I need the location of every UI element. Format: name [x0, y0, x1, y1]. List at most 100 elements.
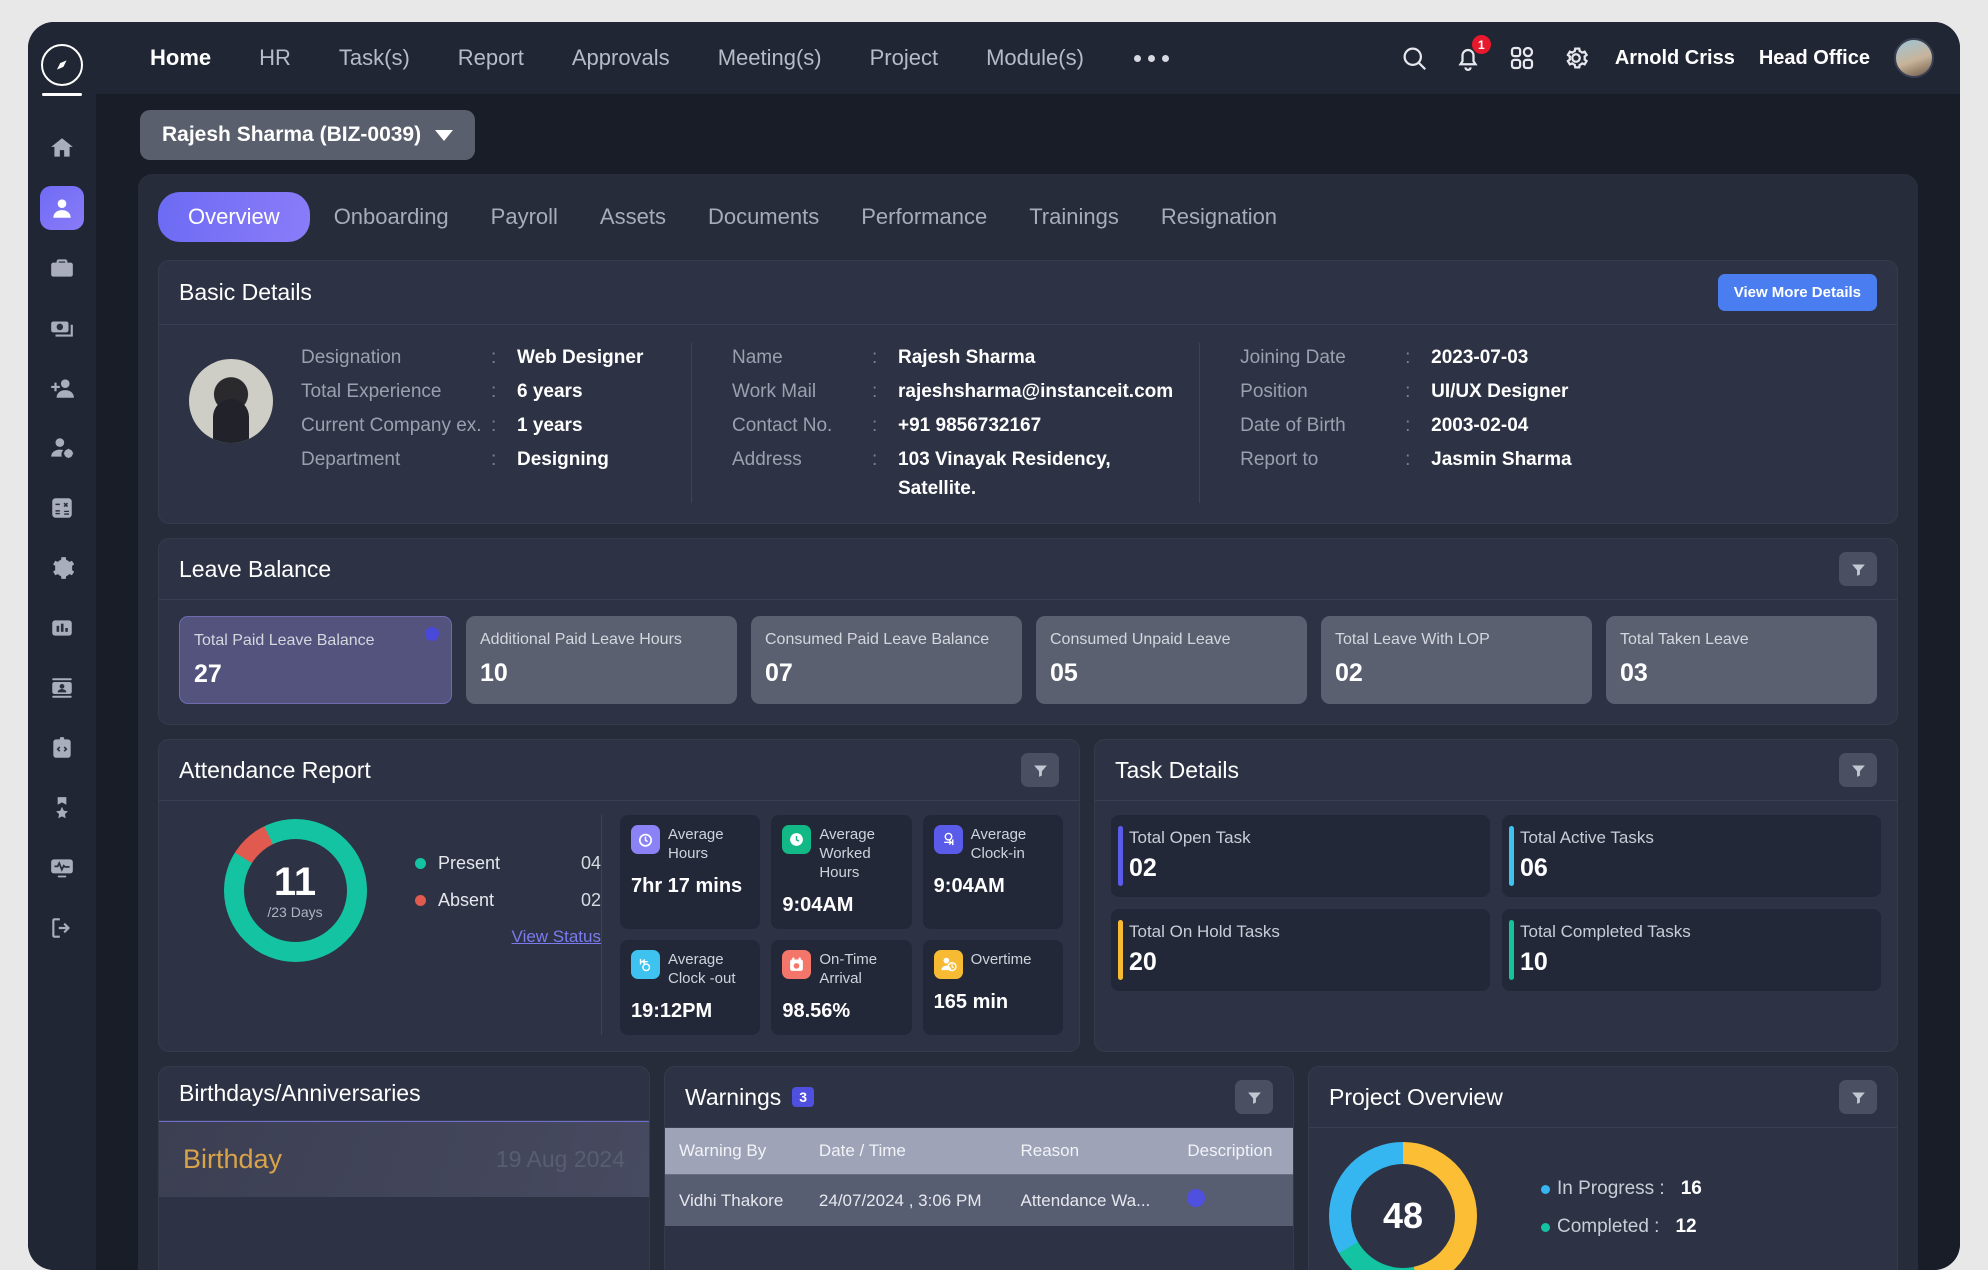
birthday-banner[interactable]: Birthday 19 Aug 2024 — [159, 1121, 649, 1197]
tab-assets[interactable]: Assets — [582, 192, 684, 242]
task-details-filter-button[interactable] — [1839, 753, 1877, 787]
task-tile[interactable]: Total Open Task 02 — [1111, 815, 1490, 897]
cell-date-time: 24/07/2024 , 3:06 PM — [805, 1175, 1007, 1227]
sidebar-item-id-card[interactable] — [40, 666, 84, 710]
leave-tile[interactable]: Total Taken Leave 03 — [1606, 616, 1877, 704]
nav-item-tasks[interactable]: Task(s) — [315, 45, 434, 71]
basic-details-title: Basic Details — [179, 279, 312, 306]
task-tile-label: Total Active Tasks — [1520, 828, 1865, 848]
sidebar-item-code-board[interactable] — [40, 726, 84, 770]
user-add-icon — [49, 375, 75, 401]
current-user-name[interactable]: Arnold Criss — [1615, 47, 1735, 70]
legend-label: Absent — [438, 890, 494, 911]
stat-tile[interactable]: On-Time Arrival 98.56% — [771, 940, 911, 1035]
cell-description[interactable] — [1173, 1175, 1293, 1227]
stat-tile[interactable]: Average Hours 7hr 17 mins — [620, 815, 760, 929]
detail-key: Date of Birth — [1240, 411, 1405, 440]
legend-dot-completed — [1541, 1223, 1550, 1232]
detail-separator: : — [1405, 343, 1431, 372]
stat-tile[interactable]: Average Clock-in 9:04AM — [923, 815, 1063, 929]
task-tile-value: 10 — [1520, 948, 1865, 977]
sidebar-item-logout[interactable] — [40, 906, 84, 950]
task-tile-value: 06 — [1520, 854, 1865, 883]
project-overview-title: Project Overview — [1329, 1084, 1503, 1111]
main-nav: Home HR Task(s) Report Approvals Meeting… — [126, 45, 1195, 71]
stat-tile[interactable]: Average Clock -out 19:12PM — [620, 940, 760, 1035]
sidebar-item-jobs[interactable] — [40, 246, 84, 290]
project-overview-filter-button[interactable] — [1839, 1080, 1877, 1114]
notifications-icon[interactable]: 1 — [1453, 43, 1483, 73]
column-header-warning-by[interactable]: Warning By — [665, 1128, 805, 1175]
app-logo[interactable] — [41, 44, 83, 96]
tab-payroll[interactable]: Payroll — [473, 192, 576, 242]
avatar[interactable] — [1894, 38, 1934, 78]
sidebar-item-calculator[interactable] — [40, 486, 84, 530]
mid-section: Attendance Report 11 /23 Days — [158, 739, 1898, 1066]
tab-resignation[interactable]: Resignation — [1143, 192, 1295, 242]
column-header-description[interactable]: Description — [1173, 1128, 1293, 1175]
nav-item-project[interactable]: Project — [846, 45, 962, 71]
stat-tile[interactable]: Average Worked Hours 9:04AM — [771, 815, 911, 929]
leave-balance-filter-button[interactable] — [1839, 552, 1877, 586]
sidebar-item-user-settings[interactable] — [40, 426, 84, 470]
tab-performance[interactable]: Performance — [843, 192, 1005, 242]
leave-balance-header: Leave Balance — [159, 539, 1897, 600]
nav-item-report[interactable]: Report — [434, 45, 548, 71]
task-tile[interactable]: Total Completed Tasks 10 — [1502, 909, 1881, 991]
task-tile[interactable]: Total Active Tasks 06 — [1502, 815, 1881, 897]
info-icon[interactable] — [1187, 1189, 1205, 1207]
nav-item-modules[interactable]: Module(s) — [962, 45, 1108, 71]
stat-label: Overtime — [971, 950, 1032, 969]
stat-tile[interactable]: Overtime 165 min — [923, 940, 1063, 1035]
nav-item-home[interactable]: Home — [126, 45, 235, 71]
tab-onboarding[interactable]: Onboarding — [316, 192, 467, 242]
view-more-details-button[interactable]: View More Details — [1718, 274, 1877, 311]
filter-icon — [1850, 561, 1867, 578]
sidebar-item-reports[interactable] — [40, 606, 84, 650]
column-header-reason[interactable]: Reason — [1007, 1128, 1174, 1175]
leave-tile[interactable]: Additional Paid Leave Hours 10 — [466, 616, 737, 704]
task-tile[interactable]: Total On Hold Tasks 20 — [1111, 909, 1490, 991]
leave-tile[interactable]: Total Leave With LOP 02 — [1321, 616, 1592, 704]
employee-selector-dropdown[interactable]: Rajesh Sharma (BIZ-0039) — [140, 110, 475, 160]
sidebar-item-recruitment[interactable] — [40, 366, 84, 410]
id-card-icon — [49, 675, 75, 701]
sidebar-item-awards[interactable] — [40, 786, 84, 830]
nav-item-approvals[interactable]: Approvals — [548, 45, 694, 71]
leave-tile[interactable]: Total Paid Leave Balance 27 — [179, 616, 452, 704]
more-menu-icon[interactable] — [1108, 55, 1195, 62]
leave-tile[interactable]: Consumed Unpaid Leave 05 — [1036, 616, 1307, 704]
tab-overview[interactable]: Overview — [158, 192, 310, 242]
tab-documents[interactable]: Documents — [690, 192, 837, 242]
table-row: Vidhi Thakore 24/07/2024 , 3:06 PM Atten… — [665, 1175, 1293, 1227]
nav-item-hr[interactable]: HR — [235, 45, 315, 71]
sidebar-item-settings[interactable] — [40, 546, 84, 590]
sidebar-item-home[interactable] — [40, 126, 84, 170]
nav-item-meetings[interactable]: Meeting(s) — [694, 45, 846, 71]
eye-icon[interactable] — [425, 627, 439, 641]
settings-gear-icon[interactable] — [1561, 43, 1591, 73]
project-legend: In Progress : 16 Completed : 12 — [1541, 1178, 1702, 1254]
attendance-filter-button[interactable] — [1021, 753, 1059, 787]
logo-underline — [42, 93, 82, 96]
search-icon[interactable] — [1399, 43, 1429, 73]
detail-row: Address:103 Vinayak Residency, Satellite… — [732, 445, 1173, 503]
warnings-filter-button[interactable] — [1235, 1080, 1273, 1114]
sidebar-item-monitoring[interactable] — [40, 846, 84, 890]
birthday-event-date: 19 Aug 2024 — [496, 1146, 625, 1173]
project-total-value: 48 — [1383, 1195, 1423, 1237]
column-header-date-time[interactable]: Date / Time — [805, 1128, 1007, 1175]
detail-key: Name — [732, 343, 872, 372]
apps-grid-icon[interactable] — [1507, 43, 1537, 73]
employee-selector-label: Rajesh Sharma (BIZ-0039) — [162, 123, 421, 147]
sidebar-item-payroll[interactable] — [40, 306, 84, 350]
leave-tile[interactable]: Consumed Paid Leave Balance 07 — [751, 616, 1022, 704]
legend-row: In Progress : 16 — [1541, 1178, 1702, 1200]
detail-key: Current Company ex. — [301, 411, 491, 440]
view-status-link[interactable]: View Status — [415, 927, 601, 947]
monitor-pulse-icon — [49, 855, 75, 881]
task-tile-label: Total On Hold Tasks — [1129, 922, 1474, 942]
office-label[interactable]: Head Office — [1759, 47, 1870, 70]
tab-trainings[interactable]: Trainings — [1011, 192, 1137, 242]
sidebar-item-employees[interactable] — [40, 186, 84, 230]
